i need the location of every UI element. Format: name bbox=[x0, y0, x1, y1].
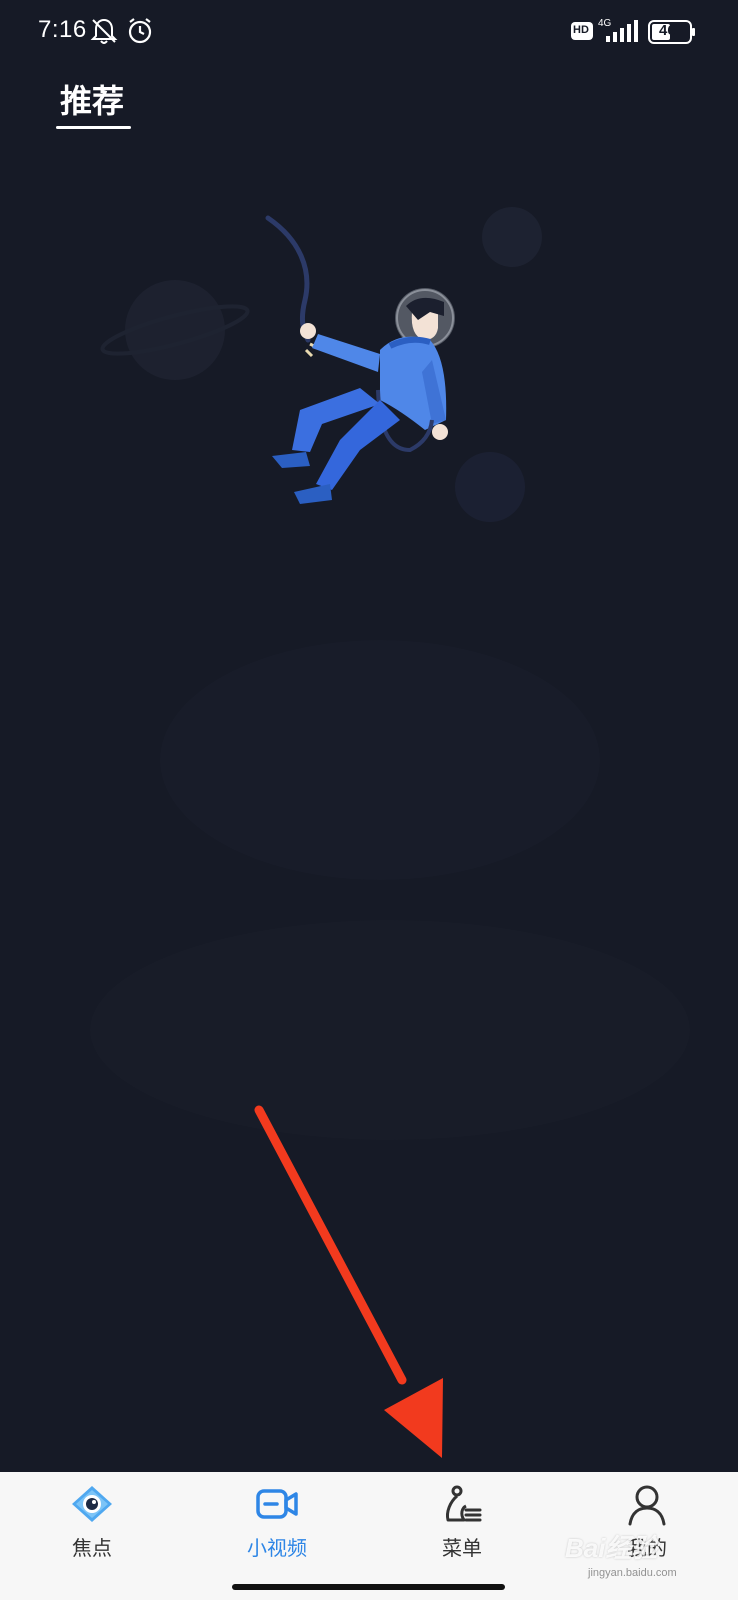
home-indicator[interactable] bbox=[232, 1584, 505, 1590]
eye-icon bbox=[72, 1486, 112, 1522]
nav-item-focus[interactable]: 焦点 bbox=[22, 1472, 162, 1572]
person-icon bbox=[628, 1485, 666, 1526]
nav-label-short-video: 小视频 bbox=[247, 1536, 307, 1560]
nav-label-menu: 菜单 bbox=[442, 1536, 482, 1560]
annotation-arrow bbox=[254, 1105, 443, 1458]
nav-label-focus: 焦点 bbox=[72, 1536, 112, 1560]
watermark: Bai经验 bbox=[565, 1533, 658, 1563]
nav-item-short-video[interactable]: 小视频 bbox=[207, 1472, 347, 1572]
nav-item-menu[interactable]: 菜单 bbox=[392, 1472, 532, 1572]
menu-person-icon bbox=[446, 1485, 482, 1522]
watermark-url: jingyan.baidu.com bbox=[588, 1567, 677, 1579]
video-camera-icon bbox=[256, 1489, 298, 1519]
